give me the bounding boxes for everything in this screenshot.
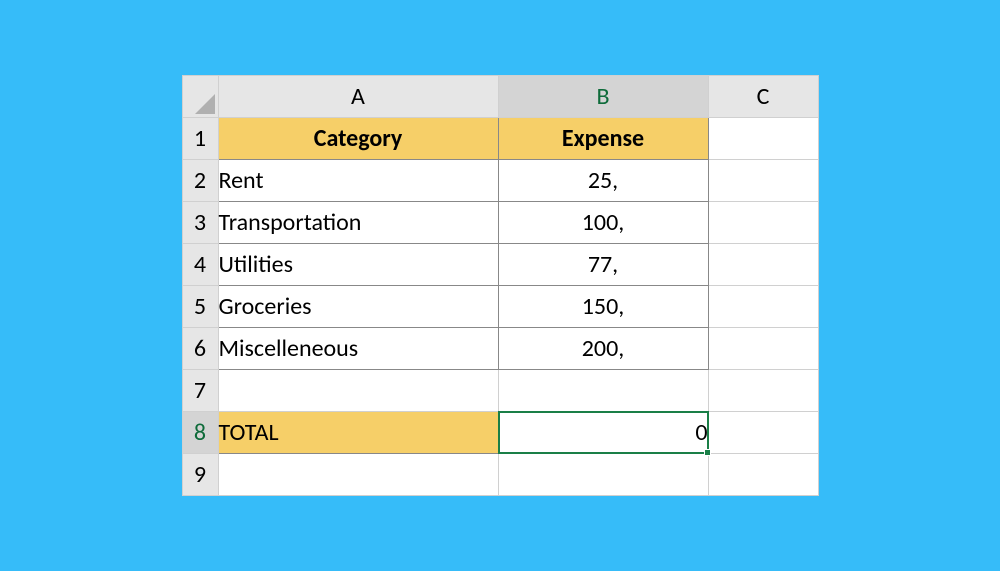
cell-b1[interactable]: Expense [498,118,708,160]
cell-b9[interactable] [498,454,708,496]
cell-a7[interactable] [218,370,498,412]
row-header-9[interactable]: 9 [182,454,218,496]
row-header-2[interactable]: 2 [182,160,218,202]
cell-b2[interactable]: 25, [498,160,708,202]
row-header-7[interactable]: 7 [182,370,218,412]
row-header-6[interactable]: 6 [182,328,218,370]
cell-selection-outline [498,411,709,454]
cell-b6[interactable]: 200, [498,328,708,370]
row-header-5[interactable]: 5 [182,286,218,328]
cell-a3[interactable]: Transportation [218,202,498,244]
cell-c4[interactable] [708,244,818,286]
cell-b7[interactable] [498,370,708,412]
cell-a4[interactable]: Utilities [218,244,498,286]
spreadsheet[interactable]: A B C 1 Category Expense 2 Rent 25, 3 Tr… [182,75,819,496]
row-header-3[interactable]: 3 [182,202,218,244]
cell-c3[interactable] [708,202,818,244]
cell-c7[interactable] [708,370,818,412]
select-all-corner[interactable] [182,76,218,118]
column-header-b[interactable]: B [498,76,708,118]
row-header-1[interactable]: 1 [182,118,218,160]
cell-b3[interactable]: 100, [498,202,708,244]
cell-a1[interactable]: Category [218,118,498,160]
column-header-a[interactable]: A [218,76,498,118]
cell-c8[interactable] [708,412,818,454]
cell-a8[interactable]: TOTAL [218,412,498,454]
row-header-4[interactable]: 4 [182,244,218,286]
cell-a2[interactable]: Rent [218,160,498,202]
cell-a9[interactable] [218,454,498,496]
cell-c5[interactable] [708,286,818,328]
cell-c1[interactable] [708,118,818,160]
cell-c2[interactable] [708,160,818,202]
total-value: 0 [695,418,707,447]
cell-a5[interactable]: Groceries [218,286,498,328]
cell-b4[interactable]: 77, [498,244,708,286]
column-header-c[interactable]: C [708,76,818,118]
cell-b8[interactable]: 0 [498,412,708,454]
cell-c9[interactable] [708,454,818,496]
cell-a6[interactable]: Miscelleneous [218,328,498,370]
cell-b5[interactable]: 150, [498,286,708,328]
row-header-8[interactable]: 8 [182,412,218,454]
cell-c6[interactable] [708,328,818,370]
select-all-triangle-icon [195,94,215,114]
